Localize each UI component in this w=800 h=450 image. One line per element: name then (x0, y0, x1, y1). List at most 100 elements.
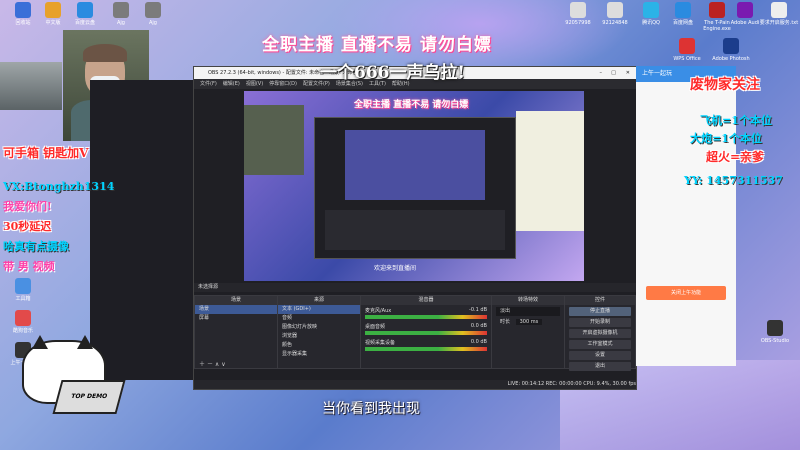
app-icon (15, 2, 31, 18)
transitions-dock: 转场特效 淡出 时长 300 ms (491, 295, 565, 369)
control-button[interactable]: 开始录制 (569, 318, 631, 327)
control-button[interactable]: 停止直播 (569, 307, 631, 316)
add-icon[interactable]: ＋ (199, 361, 205, 368)
source-item[interactable]: 音频 (278, 314, 360, 323)
scene-item[interactable]: 屏幕 (195, 314, 277, 323)
nested-chat-panel (516, 111, 584, 231)
right-text-3: 超火=亲爹 (706, 150, 765, 164)
source-item[interactable]: 颜色 (278, 341, 360, 350)
desktop-icon-label: Adobe Audi (730, 20, 760, 26)
no-source-label: 未选择源 (194, 283, 638, 292)
app-icon[interactable]: OBS-Studio (752, 320, 798, 344)
volume-meter[interactable] (365, 315, 487, 319)
desktop-icon-label: 中文版 (45, 20, 61, 26)
desktop-icon-label: 百度网盘 (672, 20, 693, 26)
mixer-channel: 麦克风/Aux -0.1 dB (365, 307, 487, 319)
status-bar: LIVE: 00:14:12 REC: 00:00:00 CPU: 9.4%, … (194, 380, 636, 389)
app-icon (771, 2, 787, 18)
app-icon (570, 2, 586, 18)
app-icon[interactable]: 酷狗音乐 (0, 310, 46, 334)
nested-tooltip: 欢迎来到直播间 (374, 265, 417, 272)
app-icon (643, 2, 659, 18)
desktop-icon-label: 92057998 (565, 20, 591, 26)
remove-icon[interactable]: － (207, 361, 213, 368)
menu-item[interactable]: 编辑(E) (223, 81, 240, 87)
source-item[interactable]: 显示器采集 (278, 350, 360, 359)
desktop-icon[interactable]: 要求开启服务.txt (756, 2, 800, 26)
maximize-icon[interactable]: □ (611, 67, 616, 79)
app-icon[interactable]: 工具箱 (0, 278, 46, 302)
channel-name: 麦克风/Aux (365, 308, 392, 314)
keyboard: TOP DEMO (52, 380, 126, 414)
desktop-icon-label: 92124848 (602, 20, 628, 26)
down-icon[interactable]: ∨ (221, 361, 225, 368)
left-text-5: 哈真有点摄像 (3, 240, 69, 253)
channel-name: 桌面音频 (365, 324, 386, 330)
cat-mascot: TOP DEMO (2, 335, 126, 415)
right-title: 废物家关注 (690, 77, 760, 93)
desktop-icon-label: Ajg (117, 20, 125, 26)
close-icon[interactable]: ✕ (626, 67, 630, 79)
up-icon[interactable]: ∧ (215, 361, 219, 368)
desktop-icon-label: 要求开启服务.txt (759, 20, 799, 26)
top-banner: 全职主播 直播不易 请勿白嫖 (262, 35, 492, 55)
volume-meter[interactable] (365, 347, 487, 351)
preview-canvas[interactable]: 全职主播 直播不易 请勿白嫖 欢迎来到直播间 (244, 91, 584, 281)
scenes-title: 场景 (195, 296, 277, 305)
channel-name: 视频采集设备 (365, 340, 396, 346)
mixer-dock: 混音器 麦克风/Aux -0.1 dB 桌面音频 0.0 dB 视频采集设备 0.0 dB (360, 295, 492, 369)
beanie (83, 44, 127, 62)
sources-dock: 来源 文本 (GDI+) 音频 图像幻灯片放映 浏览器 颜色 显示器采集 (277, 295, 361, 369)
desktop-icon[interactable]: Ajg (130, 2, 176, 26)
source-item[interactable]: 文本 (GDI+) (278, 305, 360, 314)
subtitle: 当你看到我出现 (322, 401, 420, 417)
desktop-icon-label: 腾讯QQ (642, 20, 660, 26)
right-panel-button[interactable]: 关闭上午功能 (646, 286, 726, 300)
scene-item[interactable]: 场景 (195, 305, 277, 314)
mixer-channel: 视频采集设备 0.0 dB (365, 339, 487, 351)
control-button[interactable]: 工作室模式 (569, 340, 631, 349)
duration-label: 时长 (500, 319, 511, 325)
menu-item[interactable]: 视图(V) (246, 81, 263, 87)
control-button[interactable]: 开启虚拟摄像机 (569, 329, 631, 338)
controls-dock: 控件 停止直播 开始录制 开启虚拟摄像机 工作室模式 设置 退出 (564, 295, 636, 371)
app-icon (737, 2, 753, 18)
scene-toolbar: ＋ － ∧ ∨ (195, 359, 277, 368)
left-text-6: 带 男 视频 (3, 260, 55, 273)
transition-select[interactable]: 淡出 (496, 307, 560, 316)
sources-title: 来源 (278, 296, 360, 305)
volume-meter[interactable] (365, 331, 487, 335)
cat-ear-right (77, 335, 93, 349)
right-text-2: 大炮=1个本位 (690, 132, 762, 145)
left-text-1: 可手箱 钥匙加V (3, 146, 89, 160)
app-icon (45, 2, 61, 18)
desktop-icon-label: 百度云盘 (74, 20, 95, 26)
nested-banner: 全职主播 直播不易 请勿白嫖 (354, 100, 469, 110)
source-item[interactable]: 图像幻灯片放映 (278, 323, 360, 332)
control-button[interactable]: 设置 (569, 351, 631, 360)
transitions-title: 转场特效 (492, 296, 564, 305)
app-icon (675, 2, 691, 18)
app-icon (145, 2, 161, 18)
nested-webcam (244, 105, 304, 175)
app-icon[interactable]: Adobe Photosh (708, 38, 754, 62)
app-icon (113, 2, 129, 18)
left-text-4: 30秒延迟 (3, 220, 52, 233)
channel-level: 0.0 dB (470, 323, 487, 329)
cat-ear-left (32, 335, 48, 349)
control-button[interactable]: 退出 (569, 362, 631, 371)
menu-item[interactable]: 停靠窗口(D) (269, 81, 297, 87)
duration-row: 时长 300 ms (496, 318, 560, 327)
counter-text: 一个666一声乌拉! (320, 63, 465, 83)
duration-input[interactable]: 300 ms (515, 319, 543, 325)
source-item[interactable]: 浏览器 (278, 332, 360, 341)
app-icon (77, 2, 93, 18)
minimize-icon[interactable]: – (600, 67, 603, 79)
menu-item[interactable]: 文件(F) (200, 81, 217, 87)
app-icon[interactable]: WPS Office (664, 38, 710, 62)
right-panel: 上午一起玩 关闭上午功能 (636, 66, 736, 366)
right-text-1: 飞机=1个本位 (700, 114, 772, 127)
desktop-icon-label: Ajg (149, 20, 157, 26)
channel-level: 0.0 dB (470, 339, 487, 345)
obs-window[interactable]: OBS 27.2.3 (64-bit, windows) - 配置文件: 未命名… (193, 66, 638, 390)
